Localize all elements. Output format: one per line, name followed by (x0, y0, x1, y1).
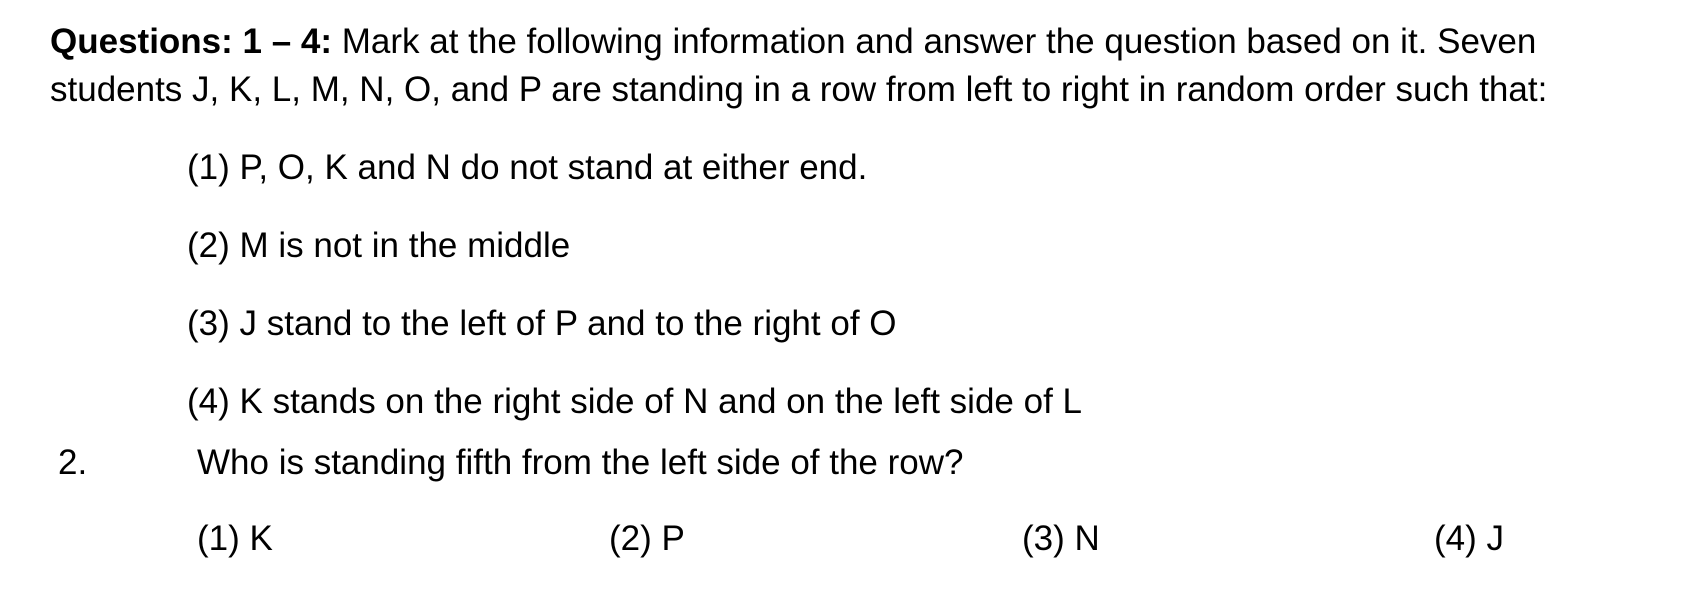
intro-line-2: students J, K, L, M, N, O, and P are sta… (50, 70, 1548, 109)
condition-2: (2) M is not in the middle (187, 226, 571, 265)
question-text: Who is standing fifth from the left side… (197, 443, 964, 482)
question-number: 2. (58, 443, 88, 482)
condition-1: (1) P, O, K and N do not stand at either… (187, 148, 868, 187)
option-4[interactable]: (4) J (1434, 517, 1504, 561)
intro-line-1: Questions: 1 – 4: Mark at the following … (50, 18, 1690, 66)
condition-4: (4) K stands on the right side of N and … (187, 382, 1082, 421)
questions-label: Questions: 1 – 4: (50, 22, 333, 61)
option-2[interactable]: (2) P (609, 517, 685, 561)
intro-paragraph: Questions: 1 – 4: Mark at the following … (50, 18, 1690, 114)
option-1[interactable]: (1) K (197, 517, 273, 561)
question-page: Questions: 1 – 4: Mark at the following … (0, 0, 1704, 592)
intro-text-1: Mark at the following information and an… (332, 22, 1537, 61)
option-3[interactable]: (3) N (1022, 517, 1100, 561)
condition-3: (3) J stand to the left of P and to the … (187, 304, 897, 343)
